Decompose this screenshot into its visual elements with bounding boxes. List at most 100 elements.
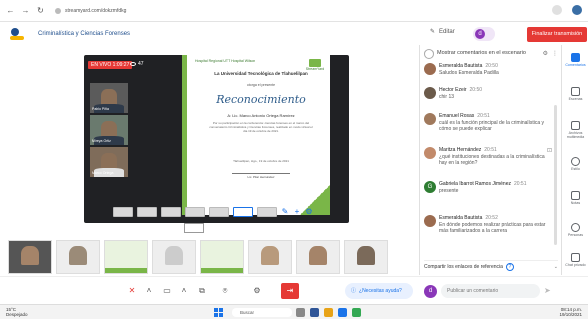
send-icon[interactable]: ➤	[544, 286, 554, 296]
back-icon[interactable]: ←	[6, 6, 15, 15]
user-avatar: d	[475, 29, 485, 39]
task-view-icon[interactable]	[296, 308, 305, 317]
participant-figure	[308, 245, 328, 265]
user-menu[interactable]: d	[473, 27, 495, 41]
right-rail: Comentarios Escenas Archivos multimedia …	[561, 45, 588, 275]
participant-name: Marco Ortega	[92, 171, 114, 175]
leave-studio-button[interactable]: ⇥	[281, 283, 299, 299]
participant-video[interactable]: Pablo Piña	[90, 83, 128, 113]
layout-sidebar-button[interactable]	[233, 207, 253, 217]
layout-group-button[interactable]	[137, 207, 157, 217]
address-bar[interactable]: streamyard.com/dokzmfdkg	[51, 4, 191, 17]
certificate-body: Por su participación en la conferencia: …	[209, 121, 313, 133]
broadcast-canvas: EN VIVO 1:09:27 47 Pablo Piña Mireya Ort…	[84, 55, 349, 223]
people-icon	[571, 223, 580, 232]
windows-start-icon[interactable]	[214, 308, 223, 317]
comments-header-actions: ⚙ ⋮	[543, 50, 558, 57]
weather-widget[interactable]: 15°C Despejado	[6, 307, 28, 317]
profile-avatar-icon[interactable]	[572, 5, 582, 15]
rail-item-people[interactable]: Personas	[562, 223, 588, 237]
share-screen-icon[interactable]: ⧉	[195, 284, 209, 298]
comment-time: 20:51	[513, 181, 527, 187]
comment-item[interactable]: G Gabriela Ibarrot Ramos Jiménez 20:51 pr…	[424, 181, 552, 194]
chrome-icon[interactable]	[352, 308, 361, 317]
layout-pip-button[interactable]	[209, 207, 229, 217]
comments-scrollbar[interactable]	[554, 105, 557, 245]
rail-item-style[interactable]: Estilo	[562, 157, 588, 171]
chevron-up-icon[interactable]: ˄	[177, 284, 191, 298]
word-icon[interactable]	[310, 308, 319, 317]
settings-icon[interactable]: ⚙	[543, 50, 548, 57]
layout-cinema-button[interactable]	[184, 223, 204, 233]
rail-item-media[interactable]: Archivos multimedia	[562, 121, 588, 139]
share-links-row[interactable]: Compartir los enlaces de referencia ? ⌄	[424, 260, 558, 272]
add-icon[interactable]: +	[293, 208, 301, 216]
mic-off-icon[interactable]: ✕	[125, 284, 139, 298]
comment-time: 20:51	[484, 147, 497, 153]
edge-icon[interactable]	[338, 308, 347, 317]
broadcast-title[interactable]: Criminalística y Ciencias Forenses	[38, 31, 130, 37]
backstage-participant[interactable]	[248, 240, 292, 274]
reload-icon[interactable]: ↻	[36, 6, 45, 15]
taskbar-search[interactable]: Buscar	[232, 308, 292, 317]
forward-icon[interactable]: →	[21, 6, 30, 15]
live-badge: EN VIVO 1:09:27	[88, 61, 133, 69]
url-text: streamyard.com/dokzmfdkg	[65, 7, 127, 14]
chevron-down-icon[interactable]: ⌄	[554, 264, 558, 270]
certificate-recipient: A: Lic. Marco Antonio Ortega Ramírez	[227, 113, 295, 118]
comment-input[interactable]: Publicar un comentario	[441, 284, 540, 298]
chevron-up-icon[interactable]: ˄	[142, 284, 156, 298]
pencil-icon[interactable]: ✎	[281, 208, 289, 216]
more-icon[interactable]: ⋮	[552, 50, 558, 57]
extensions-icon[interactable]	[552, 5, 562, 15]
share-links-label: Compartir los enlaces de referencia	[424, 263, 503, 270]
rail-item-scenes[interactable]: Escenas	[562, 87, 588, 101]
certificate-university: La Universidad Tecnológica de Tlahuelilp…	[214, 71, 308, 76]
backstage-participant[interactable]	[56, 240, 100, 274]
layout-screen-button[interactable]	[257, 207, 277, 217]
comment-text: Saludos Esmeralda Padilla	[439, 69, 499, 76]
layout-split-button[interactable]	[185, 207, 205, 217]
add-to-stage-icon[interactable]: ⊡	[547, 147, 552, 154]
participant-video[interactable]: Mireya Ortiz	[90, 115, 128, 145]
comment-item[interactable]: Hector Ezeir 20:50 chir 13	[424, 87, 552, 100]
slide-bar	[201, 268, 243, 273]
comment-author: Hector Ezeir	[439, 87, 467, 93]
camera-icon[interactable]: ▭	[160, 284, 174, 298]
comment-author: Emanuel Rosas	[439, 113, 475, 119]
edit-button[interactable]: ✎ Editar	[430, 28, 455, 36]
end-broadcast-button[interactable]: Finalizar transmisión	[527, 27, 587, 42]
comment-body: Maritza Hernández 20:51 ¿qué institucione…	[439, 147, 552, 167]
rail-label: Estilo	[571, 167, 580, 171]
comment-item[interactable]: Esmeralda Bautista 20:52 En dónde podemos…	[424, 215, 552, 235]
comment-item[interactable]: Esmeralda Bautista 20:50 Saludos Esmerald…	[424, 63, 552, 76]
backstage-participant[interactable]	[296, 240, 340, 274]
taskbar-clock[interactable]: 08:14 p.m. 19/10/2021	[559, 307, 582, 317]
layout-leader-button[interactable]	[161, 207, 181, 217]
comment-avatar	[424, 113, 436, 125]
help-button[interactable]: ⓘ ¿Necesitas ayuda?	[345, 283, 413, 299]
comment-time: 20:52	[485, 215, 498, 221]
rail-item-notes[interactable]: Notas	[562, 191, 588, 205]
participant-video[interactable]: Marco Ortega	[90, 147, 128, 177]
backstage-slide[interactable]	[200, 240, 244, 274]
rail-label: Archivos multimedia	[566, 131, 585, 139]
settings-icon[interactable]: ⚙	[305, 208, 313, 216]
rail-item-private-chat[interactable]: Chat privado	[562, 253, 588, 267]
backstage-participant[interactable]	[152, 240, 196, 274]
rail-item-comments[interactable]: Comentarios	[562, 53, 588, 67]
backstage-participant[interactable]	[8, 240, 52, 274]
settings-icon[interactable]: ⚙	[250, 284, 264, 298]
backstage-participant[interactable]	[344, 240, 388, 274]
file-explorer-icon[interactable]	[324, 308, 333, 317]
comment-item[interactable]: Emanuel Rosas 20:51 cuál es la función pr…	[424, 113, 552, 133]
show-on-stage-toggle[interactable]	[424, 49, 434, 59]
comment-item[interactable]: Maritza Hernández 20:51 ¿qué institucione…	[424, 147, 552, 167]
help-icon[interactable]: ?	[505, 262, 514, 271]
backstage-slide[interactable]	[104, 240, 148, 274]
layout-solo-button[interactable]	[113, 207, 133, 217]
comment-text: En dónde podemos realizar prácticas para…	[439, 221, 546, 235]
invite-icon[interactable]: ⍟	[218, 284, 232, 298]
backstage-filmstrip	[8, 240, 408, 274]
participant-figure	[164, 245, 184, 265]
